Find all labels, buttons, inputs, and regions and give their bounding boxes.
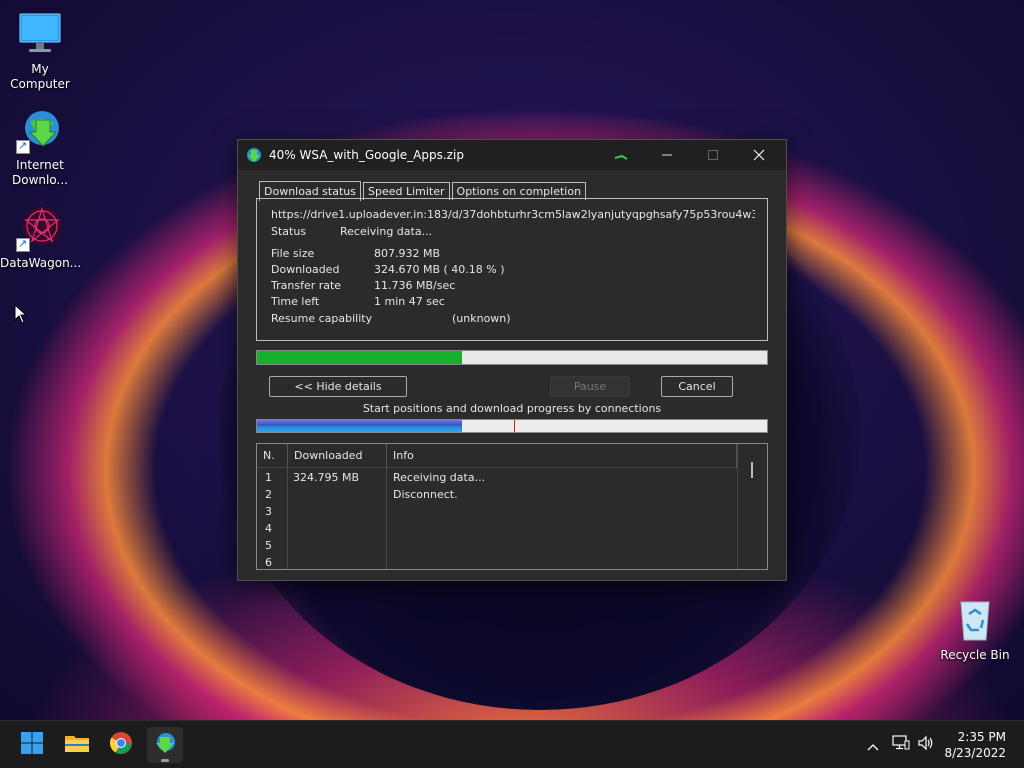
download-url: https://drive1.uploadever.in:183/d/37doh… xyxy=(271,208,755,221)
taskbar: 2:35 PM 8/23/2022 xyxy=(0,720,1024,768)
desktop-icon-recycle-bin[interactable]: Recycle Bin xyxy=(935,596,1015,663)
table-row[interactable]: 1 324.795 MB Receiving data... xyxy=(257,469,737,486)
downloaded-label: Downloaded xyxy=(271,263,340,276)
time-left-value: 1 min 47 sec xyxy=(374,295,445,308)
transfer-rate-value: 11.736 MB/sec xyxy=(374,279,456,292)
hide-details-button[interactable]: << Hide details xyxy=(269,376,407,397)
volume-tray-button[interactable] xyxy=(915,721,937,768)
resume-capability-label: Resume capability xyxy=(271,312,373,325)
connections-table[interactable]: N. Downloaded Info 1 324.795 MB Receivin… xyxy=(256,443,768,570)
file-size-label: File size xyxy=(271,247,315,260)
status-value: Receiving data... xyxy=(340,225,433,238)
internet-download-manager-icon xyxy=(16,106,64,154)
shortcut-arrow-icon xyxy=(16,236,30,252)
show-hidden-icons-button[interactable] xyxy=(862,721,884,768)
row-number: 1 xyxy=(265,471,272,484)
row-number: 3 xyxy=(265,505,272,518)
table-row[interactable]: 3 xyxy=(257,503,737,520)
desktop-icon-label: DataWagon... xyxy=(0,256,82,270)
taskbar-clock[interactable]: 2:35 PM 8/23/2022 xyxy=(944,729,1006,761)
start-button[interactable] xyxy=(14,727,50,763)
column-header-number[interactable]: N. xyxy=(257,444,288,468)
desktop-icon-label: Recycle Bin xyxy=(940,648,1010,662)
pause-button[interactable]: Pause xyxy=(550,376,630,397)
table-header: N. Downloaded Info xyxy=(257,444,767,468)
idm-tray-glyph-icon xyxy=(614,152,628,165)
status-label: Status xyxy=(271,225,307,238)
internet-download-manager-icon xyxy=(245,146,263,164)
connections-caption: Start positions and download progress by… xyxy=(362,402,662,415)
status-row: Status Receiving data... xyxy=(271,225,432,238)
transfer-rate-row: Transfer rate 11.736 MB/sec xyxy=(271,279,455,292)
window-title: 40% WSA_with_Google_Apps.zip xyxy=(269,148,464,162)
table-row[interactable]: 4 xyxy=(257,520,737,537)
file-size-value: 807.932 MB xyxy=(374,247,441,260)
desktop-icon-internet-download-manager[interactable]: Internet Downlo... xyxy=(0,106,80,188)
recycle-bin-icon xyxy=(951,596,999,644)
close-button[interactable] xyxy=(736,140,782,170)
time-left-row: Time left 1 min 47 sec xyxy=(271,295,445,308)
tab-strip: Download status Speed Limiter Options on… xyxy=(259,180,588,201)
resume-capability-value: (unknown) xyxy=(452,312,511,325)
scrollbar-thumb[interactable] xyxy=(751,462,753,478)
row-downloaded: 324.795 MB xyxy=(293,471,360,484)
taskbar-internet-download-manager[interactable] xyxy=(147,727,183,763)
mouse-cursor-icon xyxy=(14,303,28,328)
row-number: 5 xyxy=(265,539,272,552)
table-row[interactable]: 2 Disconnect. xyxy=(257,486,737,503)
row-number: 4 xyxy=(265,522,272,535)
table-scrollbar[interactable] xyxy=(737,444,767,569)
table-row[interactable]: 5 xyxy=(257,537,737,554)
file-size-row: File size 807.932 MB xyxy=(271,247,440,260)
column-header-info[interactable]: Info xyxy=(387,444,737,468)
maximize-button[interactable] xyxy=(690,140,736,170)
taskbar-chrome[interactable] xyxy=(103,727,139,763)
row-number: 2 xyxy=(265,488,272,501)
row-info: Disconnect. xyxy=(393,488,458,501)
clock-date: 8/23/2022 xyxy=(944,746,1006,760)
desktop-icon-datawagon[interactable]: DataWagon... xyxy=(0,204,82,271)
download-progress-window[interactable]: 40% WSA_with_Google_Apps.zip Download st… xyxy=(237,139,787,581)
monitor-icon xyxy=(16,10,64,58)
taskbar-file-explorer[interactable] xyxy=(59,727,95,763)
network-tray-button[interactable] xyxy=(890,721,912,768)
datawagon-icon xyxy=(16,204,64,252)
row-number: 6 xyxy=(265,556,272,569)
shortcut-arrow-icon xyxy=(16,138,30,154)
start-icon xyxy=(20,731,44,759)
row-info: Receiving data... xyxy=(393,471,486,484)
cancel-button[interactable]: Cancel xyxy=(661,376,733,397)
desktop-icon-my-computer[interactable]: My Computer xyxy=(0,10,80,92)
table-row[interactable]: 6 xyxy=(257,554,737,569)
desktop-icon-label: Internet Downlo... xyxy=(12,158,68,187)
resume-capability-row: Resume capability (unknown) xyxy=(271,312,511,325)
connection-2-start-marker xyxy=(514,420,515,432)
download-progress-bar xyxy=(256,350,768,365)
connection-1-progress-segment xyxy=(257,420,462,432)
file-explorer-icon xyxy=(64,732,90,758)
download-progress-fill xyxy=(257,351,462,364)
transfer-rate-label: Transfer rate xyxy=(271,279,342,292)
chrome-icon xyxy=(109,731,133,759)
time-left-label: Time left xyxy=(271,295,320,308)
minimize-button[interactable] xyxy=(644,140,690,170)
chevron-up-icon xyxy=(867,736,879,755)
downloaded-row: Downloaded 324.670 MB ( 40.18 % ) xyxy=(271,263,505,276)
connections-progress-bar xyxy=(256,419,768,433)
download-status-panel: https://drive1.uploadever.in:183/d/37doh… xyxy=(256,198,768,341)
clock-time: 2:35 PM xyxy=(957,730,1006,744)
window-titlebar[interactable]: 40% WSA_with_Google_Apps.zip xyxy=(238,140,786,170)
speaker-icon xyxy=(917,735,935,755)
column-header-downloaded[interactable]: Downloaded xyxy=(288,444,387,468)
desktop-icon-label: My Computer xyxy=(10,62,70,91)
network-icon xyxy=(892,735,910,755)
downloaded-value: 324.670 MB ( 40.18 % ) xyxy=(374,263,505,276)
internet-download-manager-icon xyxy=(153,731,177,759)
